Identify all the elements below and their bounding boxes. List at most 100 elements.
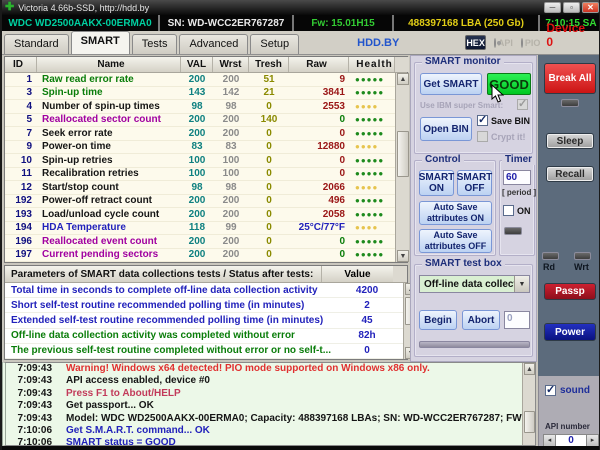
tab-smart[interactable]: SMART xyxy=(71,31,130,54)
cell-wrst: 200 xyxy=(213,236,249,247)
cell-val: 200 xyxy=(181,249,213,260)
log-entry: 7:09:43API access enabled, device #0 xyxy=(6,375,522,387)
abort-test-button[interactable]: Abort xyxy=(462,310,500,330)
scroll-up-icon[interactable]: ▲ xyxy=(397,73,409,85)
cell-tresh: 0 xyxy=(249,249,289,260)
timer-period-input[interactable]: 60 xyxy=(503,170,531,185)
table-row[interactable]: 196Reallocated event count20020000●●●●● xyxy=(5,235,395,249)
tab-tests[interactable]: Tests xyxy=(132,34,178,54)
table-row[interactable]: 4Number of spin-up times989802553●●●● xyxy=(5,100,395,114)
hex-button[interactable]: HEX xyxy=(465,35,486,50)
table-row[interactable]: 10Spin-up retries10010000●●●●● xyxy=(5,154,395,168)
cell-wrst: 98 xyxy=(213,101,249,112)
victoria-app-window: ✚ Victoria 4.66b-SSD, http://hdd.by ─ ▫ … xyxy=(0,0,600,450)
cell-tresh: 51 xyxy=(249,74,289,85)
cell-val: 200 xyxy=(181,114,213,125)
table-row[interactable]: 11Recalibration retries10010000●●●●● xyxy=(5,168,395,182)
tab-standard[interactable]: Standard xyxy=(4,34,69,54)
table-row[interactable]: 193Load/unload cycle count20020002058●●●… xyxy=(5,208,395,222)
param-text: The previous self-test routine completed… xyxy=(5,345,331,356)
test-type-dropdown[interactable]: Off-line data collect ▼ xyxy=(419,275,530,293)
column-header-name[interactable]: Name xyxy=(37,57,181,72)
table-row[interactable]: 12Start/stop count989802066●●●● xyxy=(5,181,395,195)
log-entry: 7:09:43Model: WDC WD2500AAKX-00ERMA0; Ca… xyxy=(6,413,522,425)
save-bin-checkbox[interactable] xyxy=(477,115,488,126)
smart-test-box-title: SMART test box xyxy=(422,258,505,269)
health-dots: ●●●●● xyxy=(349,115,395,124)
cell-name: Reallocated event count xyxy=(37,236,181,247)
table-row[interactable]: Off-line data collection activity was co… xyxy=(5,329,403,344)
cell-tresh: 0 xyxy=(249,222,289,233)
scroll-up-icon[interactable]: ▲ xyxy=(524,363,535,375)
open-bin-button[interactable]: Open BIN xyxy=(420,117,472,141)
cell-id: 197 xyxy=(5,249,37,260)
auto-save-on-button[interactable]: Auto Save attributes ON xyxy=(419,201,492,225)
param-text: Total time in seconds to complete off-li… xyxy=(5,285,331,296)
table-row[interactable]: 197Current pending sectors20020000●●●●● xyxy=(5,249,395,263)
log-entry: 7:10:06SMART status = GOOD xyxy=(6,437,522,445)
minimize-button[interactable]: ─ xyxy=(544,2,561,13)
table-row[interactable]: 3Spin-up time143142213841●●●●● xyxy=(5,87,395,101)
right-control-panel: SMART monitor Get SMART GOOD Use IBM sup… xyxy=(410,55,537,362)
table-row[interactable]: 1Raw read error rate200200519●●●●● xyxy=(5,73,395,87)
cell-wrst: 142 xyxy=(213,87,249,98)
log-timestamp: 7:09:43 xyxy=(6,388,52,400)
close-button[interactable]: ✕ xyxy=(582,2,599,13)
smart-off-button[interactable]: SMART OFF xyxy=(457,170,492,196)
table-row[interactable]: 5Reallocated sector count2002001400●●●●● xyxy=(5,114,395,128)
table-row[interactable]: 7Seek error rate20020000●●●●● xyxy=(5,127,395,141)
scroll-down-icon[interactable]: ▼ xyxy=(397,250,409,262)
sound-toggle[interactable]: sound xyxy=(545,385,590,396)
smart-attributes-table: IDNameVALWrstTreshRawHealth 1Raw read er… xyxy=(4,56,408,263)
params-header-value: Value xyxy=(321,266,393,282)
cell-name: Raw read error rate xyxy=(37,74,181,85)
column-header-raw[interactable]: Raw xyxy=(289,57,349,72)
tab-setup[interactable]: Setup xyxy=(250,34,299,54)
cell-tresh: 0 xyxy=(249,182,289,193)
smart-table-scrollbar[interactable]: ▲ ▼ xyxy=(395,73,409,262)
cell-val: 118 xyxy=(181,222,213,233)
column-header-wrst[interactable]: Wrst xyxy=(213,57,249,72)
cell-name: Power-on time xyxy=(37,141,181,152)
chevron-down-icon[interactable]: ▼ xyxy=(514,276,529,292)
table-row[interactable]: Extended self-test routine recommended p… xyxy=(5,313,403,328)
table-row[interactable]: Total time in seconds to complete off-li… xyxy=(5,283,403,298)
get-smart-button[interactable]: Get SMART xyxy=(420,73,482,95)
smart-on-button[interactable]: SMART ON xyxy=(419,170,454,196)
column-header-health[interactable]: Health xyxy=(349,57,395,72)
timer-on-toggle[interactable]: ON xyxy=(503,205,531,216)
break-all-button[interactable]: Break All xyxy=(544,63,596,94)
cell-id: 193 xyxy=(5,209,37,220)
table-row[interactable]: 9Power-on time8383012880●●●● xyxy=(5,141,395,155)
table-row[interactable]: 194HDA Temperature11899025°C/77°F●●●● xyxy=(5,222,395,236)
log-timestamp: 7:09:43 xyxy=(6,413,52,425)
cell-val: 200 xyxy=(181,209,213,220)
auto-save-off-button[interactable]: Auto Save attributes OFF xyxy=(419,229,492,253)
log-scrollbar[interactable]: ▲ xyxy=(522,363,535,445)
smart-monitor-group: SMART monitor Get SMART GOOD Use IBM sup… xyxy=(414,62,533,154)
sound-checkbox[interactable] xyxy=(545,385,556,396)
log-message: SMART status = GOOD xyxy=(66,437,176,445)
recall-button[interactable]: Recall xyxy=(546,166,594,182)
column-header-val[interactable]: VAL xyxy=(181,57,213,72)
passp-button[interactable]: Passp xyxy=(544,283,596,300)
table-row[interactable]: The previous self-test routine completed… xyxy=(5,344,403,359)
column-header-tresh[interactable]: Tresh xyxy=(249,57,289,72)
log-message: Warning! Windows x64 detected! PIO mode … xyxy=(66,363,430,375)
tab-advanced[interactable]: Advanced xyxy=(179,34,248,54)
table-row[interactable]: 192Power-off retract count2002000496●●●●… xyxy=(5,195,395,209)
cell-tresh: 0 xyxy=(249,236,289,247)
cell-val: 200 xyxy=(181,74,213,85)
power-button[interactable]: Power xyxy=(544,323,596,341)
begin-test-button[interactable]: Begin xyxy=(419,310,457,330)
maximize-button[interactable]: ▫ xyxy=(563,2,580,13)
sleep-button[interactable]: Sleep xyxy=(546,133,594,149)
save-bin-toggle[interactable]: Save BIN xyxy=(477,115,530,126)
health-dots: ●●●●● xyxy=(349,237,395,246)
table-row[interactable]: Short self-test routine recommended poll… xyxy=(5,298,403,313)
scroll-thumb[interactable] xyxy=(524,411,535,433)
timer-on-checkbox[interactable] xyxy=(503,205,514,216)
param-value: 45 xyxy=(331,315,403,326)
scroll-thumb[interactable] xyxy=(397,131,409,177)
column-header-id[interactable]: ID xyxy=(5,57,37,72)
